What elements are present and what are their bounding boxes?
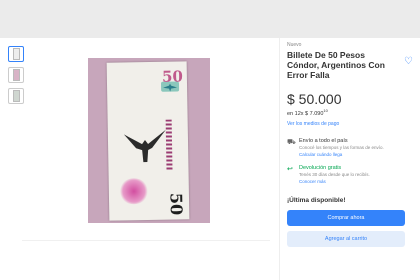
condor-icon [123, 129, 166, 163]
shipping-subtitle: Conocé los tiempos y las formas de envío… [299, 144, 384, 150]
thumbnail-list [8, 46, 24, 109]
add-to-cart-button[interactable]: Agregar al carrito [287, 230, 405, 247]
shipping-info: ⛟ Envío a todo el país Conocé los tiempo… [287, 138, 413, 157]
column-divider [279, 38, 280, 280]
divider [22, 240, 270, 241]
installments-amount: en 12x $ 7.090 [287, 110, 324, 117]
truck-icon: ⛟ [287, 138, 296, 146]
small-condor-icon [163, 83, 178, 92]
installments-text: en 12x $ 7.09010 [287, 108, 413, 117]
stock-label: ¡Última disponible! [287, 196, 346, 204]
return-icon: ↩ [287, 165, 293, 173]
condition-label: Nuevo [287, 42, 302, 48]
thumbnail-image [12, 90, 20, 102]
payment-methods-link[interactable]: Ver los medios de pago [287, 121, 413, 127]
banknote-denomination-bottom: 50 [166, 192, 186, 216]
returns-link[interactable]: Conocer más [299, 179, 370, 184]
returns-info: ↩ Devolución gratis Tenés 30 días desde … [287, 165, 413, 184]
banknote-image: 50 50 [106, 61, 190, 221]
thumbnail-3[interactable] [8, 88, 24, 104]
installments-cents: 10 [323, 108, 328, 113]
main-product-image[interactable]: 50 50 [88, 58, 210, 223]
buy-now-button[interactable]: Comprar ahora [287, 209, 405, 226]
thumbnail-2[interactable] [8, 67, 24, 83]
thumbnail-1[interactable] [8, 46, 24, 62]
returns-subtitle: Tenés 30 días desde que lo recibís. [299, 171, 370, 177]
flower-illustration [118, 177, 150, 205]
product-price: $ 50.000 [287, 91, 342, 107]
heart-icon[interactable]: ♡ [404, 56, 413, 67]
shipping-calc-link[interactable]: Calcular cuándo llega [299, 152, 384, 157]
product-page: 50 50 Nuevo ♡ Billete De 50 Pesos Cóndor… [0, 38, 420, 280]
returns-title: Devolución gratis [299, 164, 342, 171]
product-title: Billete De 50 Pesos Cóndor, Argentinos C… [287, 50, 385, 80]
purchase-panel: Nuevo ♡ Billete De 50 Pesos Cóndor, Arge… [287, 42, 413, 247]
shipping-title: Envío a todo el país [299, 137, 348, 144]
thumbnail-image [12, 69, 20, 81]
thumbnail-image [12, 48, 20, 60]
